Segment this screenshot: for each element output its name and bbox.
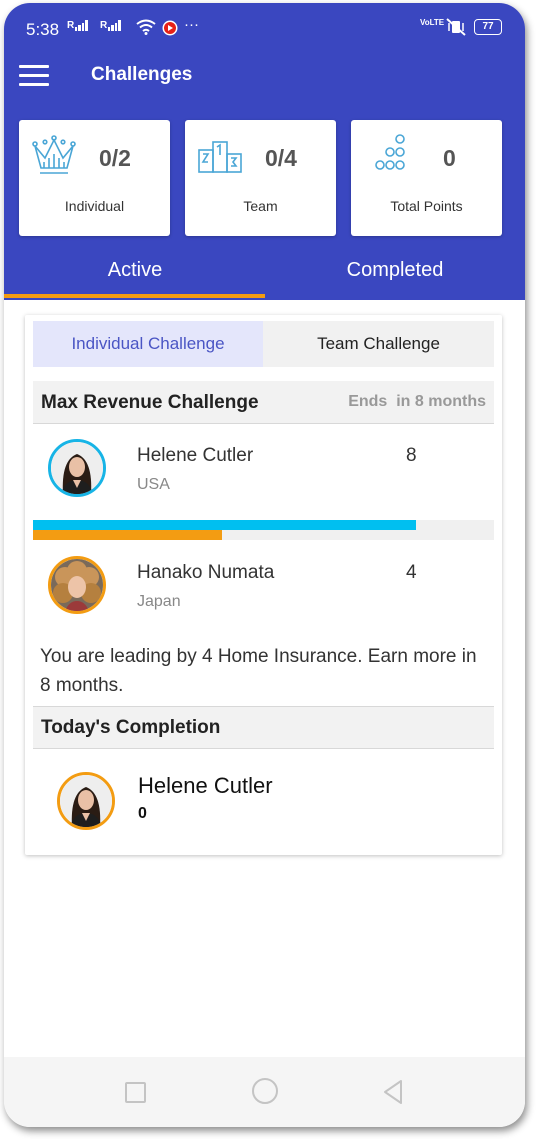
participant-1-progress-bar <box>33 520 416 530</box>
tab-indicator <box>4 294 265 298</box>
stat-card-individual[interactable]: 0/2 Individual <box>19 120 170 236</box>
wifi-icon <box>136 19 156 35</box>
system-nav-bar <box>4 1057 525 1127</box>
participant-2-score: 4 <box>406 562 417 583</box>
tab-active[interactable]: Active <box>5 259 265 282</box>
challenge-ends: Ends in 8 months <box>348 393 486 410</box>
participant-1-score: 8 <box>406 445 417 466</box>
vibrate-mute-icon <box>446 18 466 36</box>
app-header: 5:38 R R ··· VoLTE 77 Challenges 0/2 Ind… <box>4 3 525 300</box>
status-bar: 5:38 R R ··· VoLTE 77 <box>4 3 525 57</box>
participant-1-name: Helene Cutler <box>137 445 254 466</box>
podium-icon <box>198 141 242 173</box>
challenge-name: Max Revenue Challenge <box>41 392 259 413</box>
challenge-type-segment: Individual Challenge Team Challenge <box>33 321 494 367</box>
participant-2-name: Hanako Numata <box>137 562 275 583</box>
back-button[interactable] <box>381 1079 405 1105</box>
avatar <box>48 439 106 497</box>
challenge-card: Individual Challenge Team Challenge Max … <box>25 315 502 855</box>
participant-1-country: USA <box>137 476 170 493</box>
today-value: 0 <box>138 805 147 822</box>
progress-comparison <box>33 520 494 540</box>
phone-screen: 5:38 R R ··· VoLTE 77 Challenges 0/2 Ind… <box>4 3 525 1127</box>
sim1-signal-icon: R <box>67 20 89 31</box>
todays-completion-title: Today's Completion <box>41 717 221 738</box>
segment-individual-challenge[interactable]: Individual Challenge <box>33 321 263 367</box>
team-value: 0/4 <box>265 145 297 171</box>
home-button[interactable] <box>252 1078 278 1104</box>
page-title: Challenges <box>91 64 193 85</box>
participant-2-country: Japan <box>137 593 181 610</box>
volte-icon: VoLTE <box>420 18 445 27</box>
total-points-label: Total Points <box>390 198 463 214</box>
challenge-header: Max Revenue Challenge Ends in 8 months <box>33 381 494 424</box>
recents-button[interactable] <box>125 1082 146 1103</box>
coins-stack-icon <box>375 134 405 170</box>
more-notifications-icon: ··· <box>184 16 199 33</box>
tab-completed[interactable]: Completed <box>265 259 525 282</box>
hamburger-menu-icon[interactable] <box>19 65 49 89</box>
sim2-signal-icon: R <box>100 20 122 31</box>
participant-2-progress-bar <box>33 530 222 540</box>
team-label: Team <box>243 198 278 214</box>
avatar <box>48 556 106 614</box>
status-time: 5:38 <box>26 20 60 39</box>
leading-message: You are leading by 4 Home Insurance. Ear… <box>40 646 477 696</box>
battery-icon: 77 <box>474 19 502 35</box>
today-name: Helene Cutler <box>138 773 273 798</box>
individual-value: 0/2 <box>99 145 131 171</box>
stat-card-total-points[interactable]: 0 Total Points <box>351 120 502 236</box>
total-points-value: 0 <box>443 145 456 171</box>
crown-icon <box>32 135 76 174</box>
stat-card-team[interactable]: 0/4 Team <box>185 120 336 236</box>
segment-team-challenge[interactable]: Team Challenge <box>263 321 494 367</box>
individual-label: Individual <box>64 198 125 214</box>
todays-completion-header: Today's Completion <box>33 706 494 749</box>
youtube-notification-icon <box>162 20 178 36</box>
avatar <box>57 772 115 830</box>
